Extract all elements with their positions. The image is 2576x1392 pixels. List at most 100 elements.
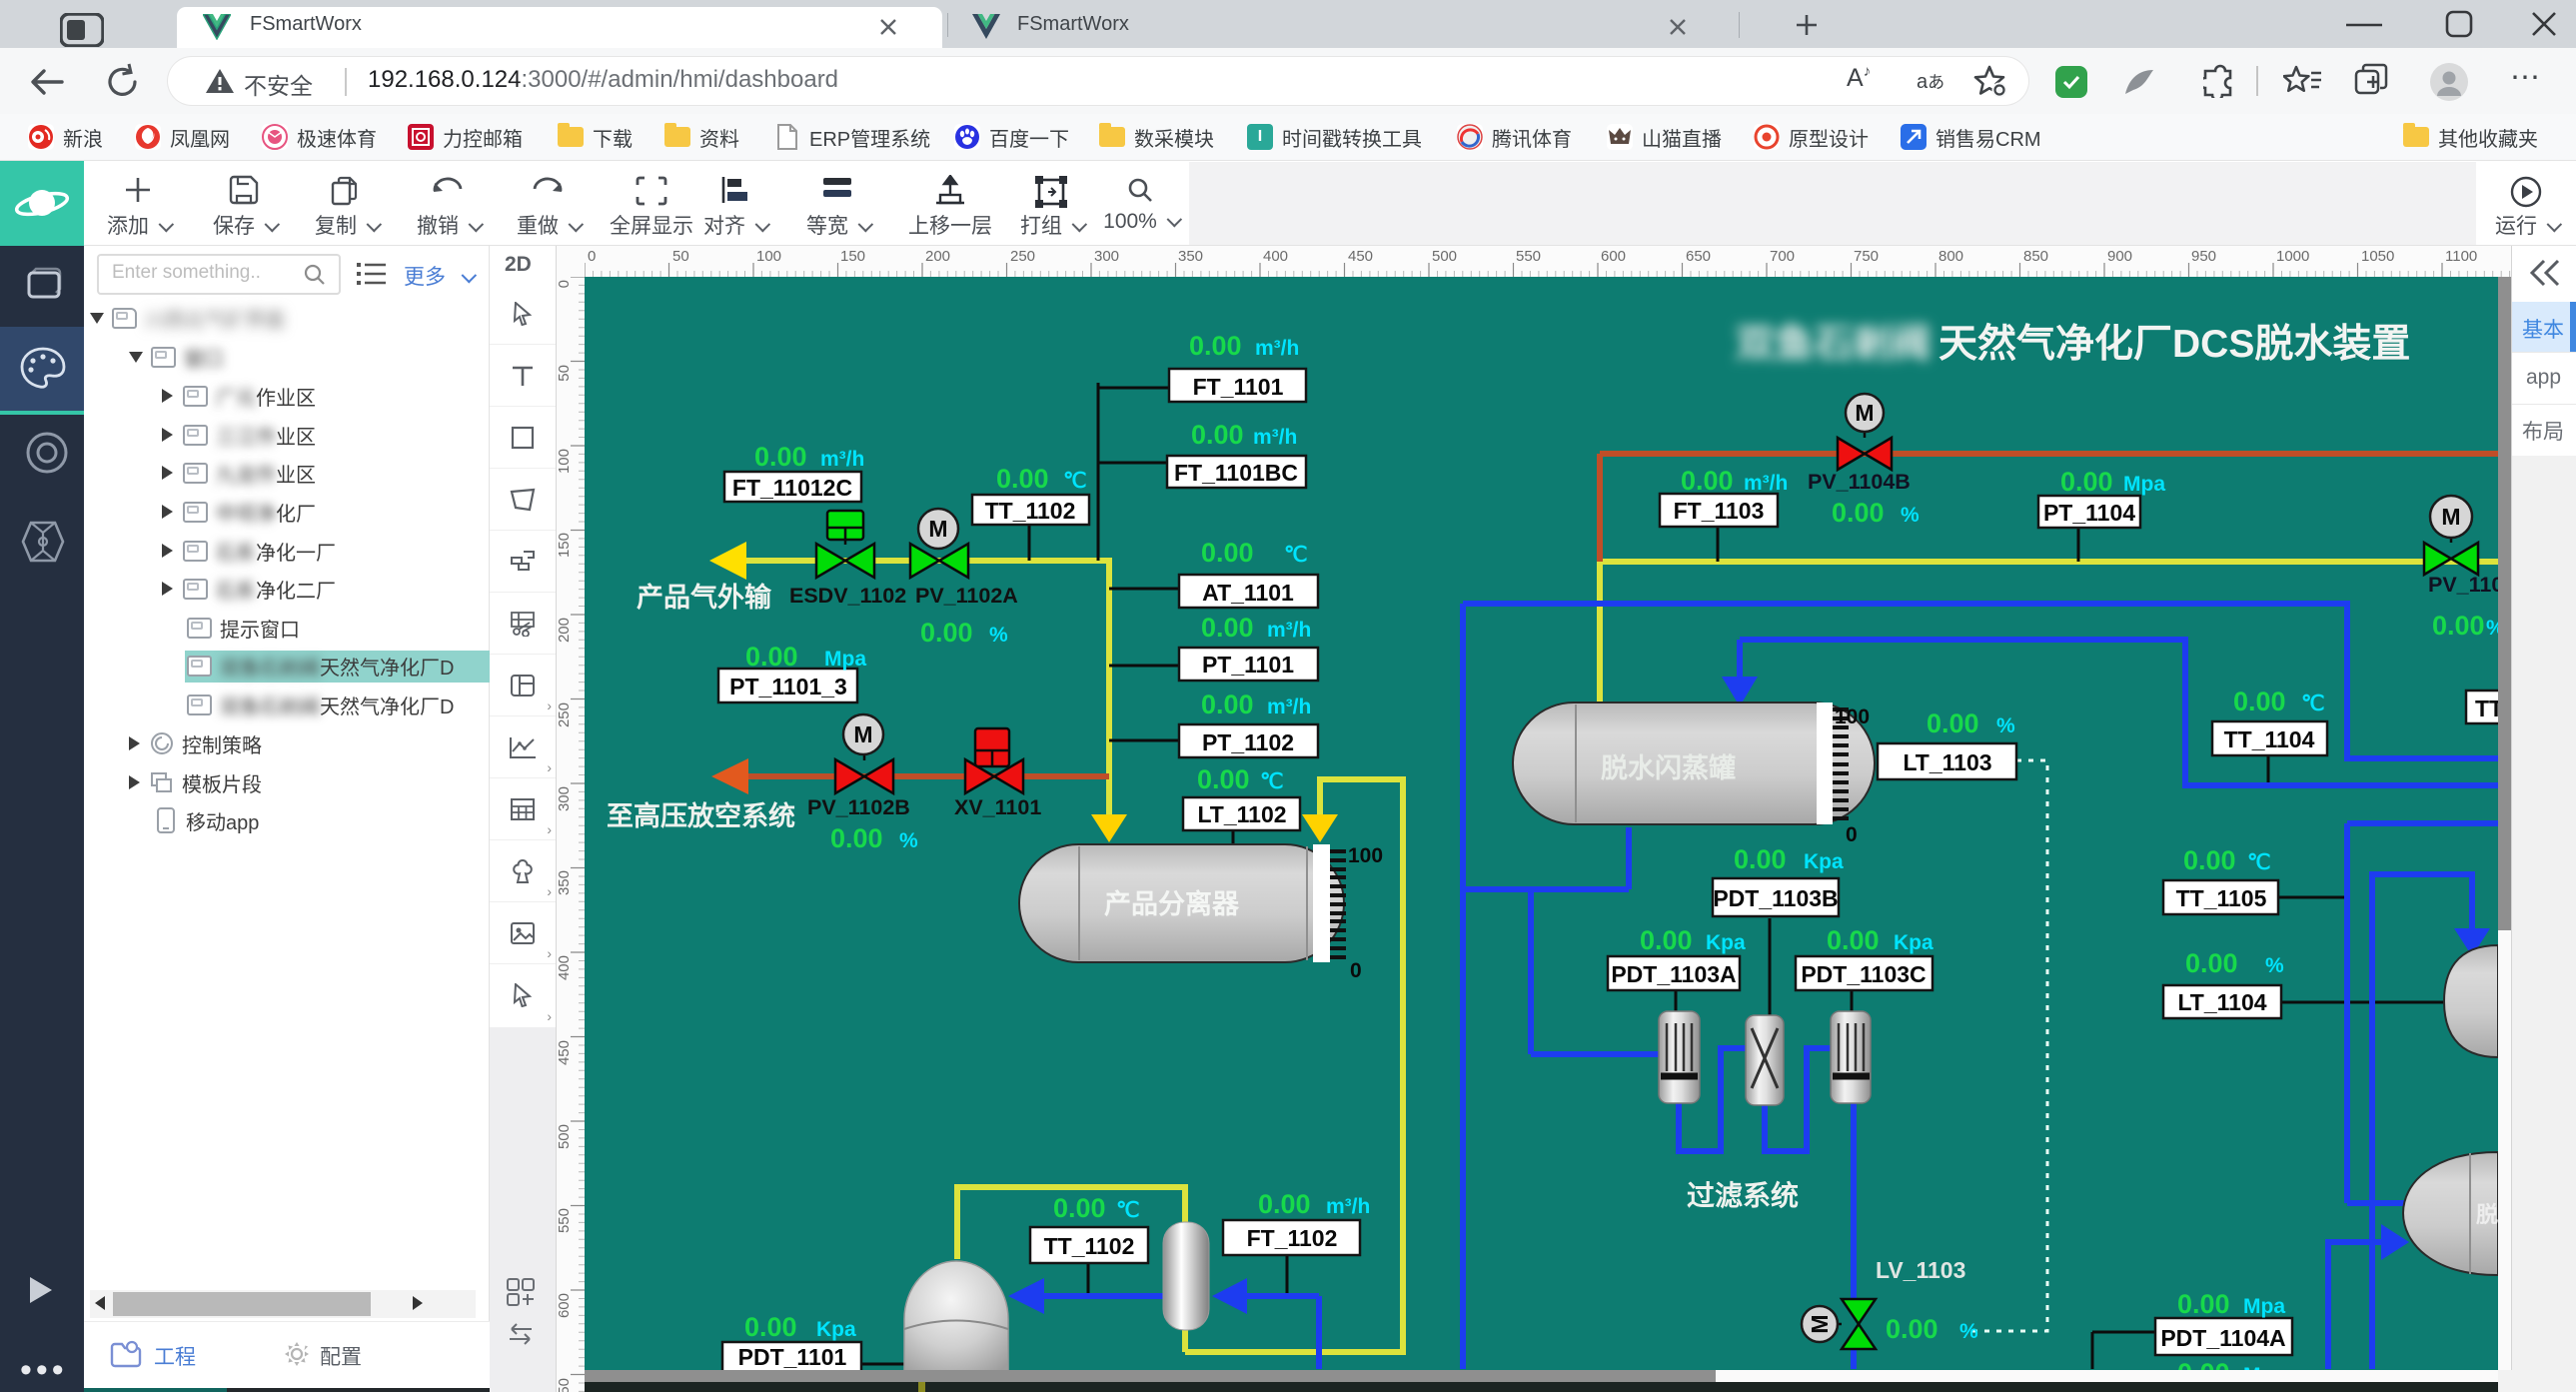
svg-text:200: 200 [557, 618, 573, 643]
svg-text:脱: 脱 [2476, 1202, 2498, 1227]
svg-text:TT_1105: TT_1105 [2176, 885, 2267, 911]
svg-text:700: 700 [1770, 248, 1795, 265]
svg-text:%: % [1901, 504, 1920, 527]
svg-text:0.00: 0.00 [1191, 420, 1244, 450]
svg-text:LT_1104: LT_1104 [2177, 989, 2266, 1015]
svg-text:200: 200 [925, 248, 950, 265]
svg-text:0.00: 0.00 [920, 618, 973, 648]
svg-text:0.00: 0.00 [996, 464, 1049, 494]
svg-text:Kpa: Kpa [1894, 931, 1933, 954]
svg-text:0.00: 0.00 [2060, 467, 2113, 497]
svg-text:%: % [1959, 1320, 1978, 1343]
svg-text:0.00: 0.00 [830, 823, 883, 853]
svg-text:ESDV_1102: ESDV_1102 [789, 584, 906, 608]
svg-text:PV_1102B: PV_1102B [807, 795, 910, 819]
svg-text:0.00: 0.00 [1201, 690, 1254, 719]
svg-text:50: 50 [672, 248, 689, 265]
svg-text:XV_1101: XV_1101 [954, 795, 1041, 819]
svg-text:0.00: 0.00 [754, 442, 807, 472]
svg-text:Mpa: Mpa [824, 648, 866, 671]
svg-text:550: 550 [557, 1208, 573, 1233]
svg-text:m³/h: m³/h [1253, 426, 1297, 449]
svg-text:LT_1103: LT_1103 [1903, 749, 1991, 775]
svg-text:550: 550 [1516, 248, 1541, 265]
svg-text:PV_1102A: PV_1102A [915, 584, 1018, 608]
svg-text:M: M [1807, 1314, 1833, 1333]
svg-text:Kpa: Kpa [1804, 850, 1844, 873]
svg-text:150: 150 [557, 533, 573, 558]
svg-text:250: 250 [557, 702, 573, 727]
svg-text:0.00: 0.00 [2233, 687, 2286, 716]
svg-text:1000: 1000 [2276, 248, 2309, 265]
svg-text:0.00: 0.00 [1053, 1193, 1106, 1223]
svg-text:0: 0 [1846, 823, 1858, 846]
svg-text:PT_1104: PT_1104 [2043, 500, 2135, 526]
svg-text:m³/h: m³/h [1744, 472, 1788, 495]
svg-text:0.00: 0.00 [1832, 498, 1885, 528]
svg-text:300: 300 [1094, 248, 1119, 265]
svg-text:LT_1102: LT_1102 [1197, 801, 1286, 827]
svg-text:0: 0 [588, 248, 596, 265]
svg-text:0: 0 [557, 280, 573, 288]
svg-text:m³/h: m³/h [1267, 619, 1311, 642]
svg-text:双鱼石剎阀: 双鱼石剎阀 [1736, 323, 1931, 366]
svg-text:250: 250 [1010, 248, 1035, 265]
svg-text:300: 300 [557, 786, 573, 811]
svg-text:m³/h: m³/h [820, 448, 864, 471]
svg-text:m³/h: m³/h [1326, 1195, 1370, 1218]
svg-text:PDT_1104A: PDT_1104A [2160, 1325, 2285, 1351]
svg-text:0.00: 0.00 [1640, 925, 1693, 955]
svg-text:850: 850 [2023, 248, 2048, 265]
svg-text:650: 650 [557, 1378, 573, 1392]
svg-text:M: M [928, 516, 947, 542]
svg-text:0.00: 0.00 [1201, 613, 1254, 643]
svg-text:PDT_1103A: PDT_1103A [1611, 961, 1736, 987]
svg-text:0.00: 0.00 [744, 1312, 797, 1342]
svg-text:Kpa: Kpa [1706, 931, 1746, 954]
svg-text:0.00: 0.00 [1197, 764, 1250, 794]
svg-text:0.00: 0.00 [1201, 538, 1254, 568]
svg-text:%: % [1996, 714, 2015, 737]
svg-text:至高压放空系统: 至高压放空系统 [607, 800, 795, 831]
svg-text:Mpa: Mpa [2243, 1295, 2285, 1318]
svg-text:%: % [989, 624, 1008, 647]
svg-text:M: M [2441, 504, 2460, 530]
svg-text:℃: ℃ [2247, 851, 2271, 874]
svg-text:脱水闪蒸罐: 脱水闪蒸罐 [1601, 752, 1736, 783]
svg-text:TT_1104: TT_1104 [2224, 726, 2315, 752]
svg-text:FT_1102: FT_1102 [1247, 1225, 1338, 1251]
svg-text:TT_1102: TT_1102 [1044, 1233, 1135, 1259]
svg-text:过滤系统: 过滤系统 [1687, 1179, 1799, 1211]
svg-text:0.00: 0.00 [2177, 1289, 2230, 1319]
svg-text:0.00: 0.00 [2432, 611, 2485, 641]
svg-text:产品分离器: 产品分离器 [1104, 888, 1240, 919]
svg-text:℃: ℃ [1063, 470, 1087, 493]
svg-text:PT_1101_3: PT_1101_3 [729, 674, 847, 699]
svg-text:400: 400 [1263, 248, 1288, 265]
svg-text:PDT_1103B: PDT_1103B [1713, 885, 1838, 911]
svg-text:0.00: 0.00 [1189, 331, 1242, 361]
svg-text:0.00: 0.00 [1927, 708, 1979, 738]
svg-text:℃: ℃ [1116, 1199, 1140, 1222]
svg-text:%: % [899, 829, 918, 852]
svg-text:0.00: 0.00 [1886, 1314, 1938, 1344]
svg-text:AT_1101: AT_1101 [1202, 580, 1294, 606]
svg-text:m³/h: m³/h [1255, 337, 1299, 360]
svg-text:350: 350 [557, 870, 573, 895]
svg-text:PV_1104B: PV_1104B [1808, 470, 1911, 494]
svg-text:450: 450 [1348, 248, 1373, 265]
svg-text:M: M [853, 721, 872, 747]
svg-text:℃: ℃ [2301, 693, 2325, 715]
svg-text:750: 750 [1854, 248, 1879, 265]
svg-text:FT_11012C: FT_11012C [732, 475, 852, 501]
svg-text:PDT_1101: PDT_1101 [738, 1344, 847, 1370]
svg-text:PT_1101: PT_1101 [1202, 652, 1294, 678]
svg-text:℃: ℃ [1260, 770, 1284, 793]
svg-text:TT: TT [2475, 696, 2498, 721]
svg-text:LV_1103: LV_1103 [1876, 1257, 1965, 1283]
svg-text:650: 650 [1686, 248, 1711, 265]
svg-text:500: 500 [1432, 248, 1457, 265]
svg-text:0.00: 0.00 [1681, 466, 1734, 496]
svg-text:PV_110: PV_110 [2428, 573, 2498, 597]
svg-text:天然气净化厂DCS脱水装置: 天然气净化厂DCS脱水装置 [1938, 323, 2410, 366]
